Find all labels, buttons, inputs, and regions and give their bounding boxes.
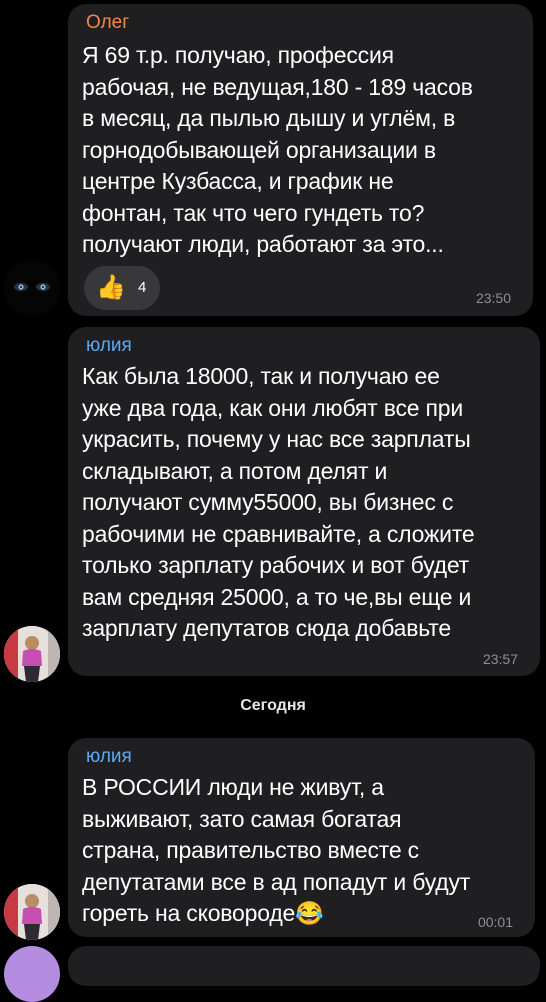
message-line: складывают, а потом делят и — [82, 457, 388, 484]
message-line: центре Кузбасса, и график не — [82, 168, 394, 194]
message-bubble[interactable]: Олег Я 69 т.р. получаю, профессия рабоча… — [68, 4, 533, 316]
message-line: в месяц, да пылью дышу и углём, в — [82, 105, 456, 131]
message-line: вам средняя 25000, а то че,вы еще и — [82, 583, 472, 610]
avatar[interactable] — [4, 626, 60, 682]
message-author[interactable]: Олег — [86, 12, 129, 34]
message-line: гореть на сковороде😂 — [82, 898, 507, 930]
message-line: получают люди, работают за это... — [82, 231, 444, 257]
thumbs-up-icon: 👍 — [96, 274, 126, 301]
message-line: только зарплату рабочих и вот будет — [82, 552, 469, 578]
message-line: горнодобывающей организации в — [82, 136, 436, 163]
message-bubble[interactable]: юлия В РОССИИ люди не живут, а выживают,… — [68, 738, 535, 937]
message-line: депутатами все в ад попадут и будут — [82, 868, 471, 895]
date-separator: Сегодня — [240, 697, 306, 714]
avatar[interactable] — [4, 260, 60, 316]
message-time: 23:57 — [482, 651, 518, 667]
message-line: получают сумму55000, вы бизнес с — [82, 489, 454, 515]
avatar[interactable] — [4, 946, 60, 1002]
message-line: выживают, зато самая богатая — [82, 805, 402, 832]
message-line: украсить, почему у нас все зарплаты — [82, 426, 471, 452]
message-bubble[interactable]: юлия Как была 18000, так и получаю ее уж… — [68, 327, 540, 676]
reaction-count: 4 — [138, 279, 147, 296]
message-line: рабочая, не ведущая,180 - 189 часов — [82, 73, 473, 100]
message-line: В РОССИИ люди не живут, а — [82, 774, 384, 800]
message-line: рабочими не сравнивайте, а сложите — [82, 520, 475, 547]
message-line: фонтан, так что чего гундеть то? — [82, 199, 425, 226]
message-text: Я 69 т.р. получаю, профессия рабочая, не… — [82, 40, 505, 261]
message-line: Я 69 т.р. получаю, профессия — [82, 42, 394, 68]
message-time: 00:01 — [477, 914, 513, 930]
message-text: В РОССИИ люди не живут, а выживают, зато… — [82, 772, 507, 930]
message-time: 23:50 — [475, 290, 511, 306]
message-line-text: гореть на сковороде — [82, 900, 296, 926]
message-line: страна, правительство вместе с — [82, 837, 419, 863]
message-author[interactable]: юлия — [86, 746, 132, 768]
message-bubble-partial[interactable] — [68, 946, 540, 986]
message-line: уже два года, как они любят все при — [82, 394, 464, 421]
avatar[interactable] — [4, 884, 60, 940]
message-line: Как была 18000, так и получаю ее — [82, 363, 440, 389]
message-author[interactable]: юлия — [86, 335, 132, 357]
laughing-emoji-icon: 😂 — [295, 900, 324, 926]
reaction-pill[interactable]: 👍 4 — [84, 266, 160, 310]
message-text: Как была 18000, так и получаю ее уже два… — [82, 361, 512, 645]
message-line: зарплату депутатов сюда добавьте — [82, 615, 451, 641]
